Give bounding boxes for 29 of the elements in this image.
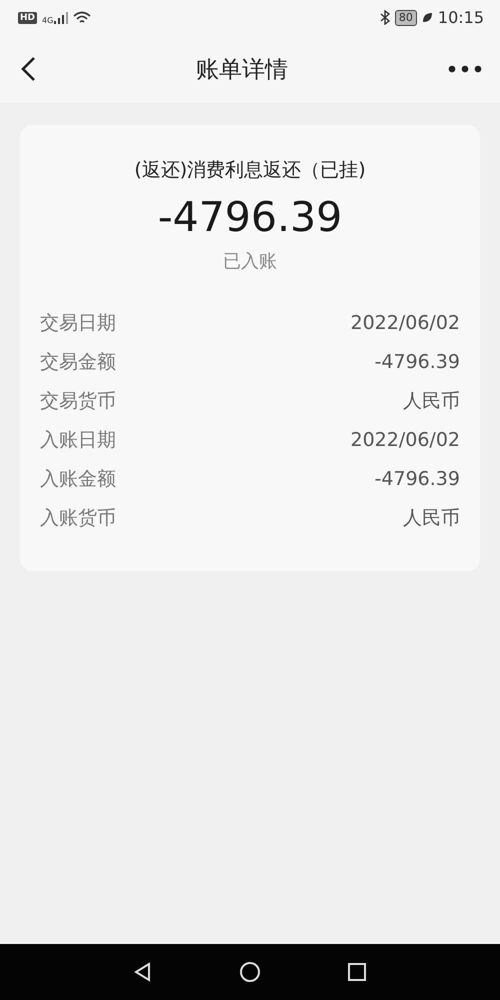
detail-value: 人民币 [403,388,460,414]
bluetooth-icon [380,10,390,25]
detail-label: 交易货币 [40,388,116,414]
detail-value: -4796.39 [374,350,460,372]
bill-status: 已入账 [223,250,277,273]
home-button[interactable] [239,961,261,983]
battery-icon: 80 [394,10,417,26]
bill-title: (返还)消费利息返还（已挂) [134,158,366,183]
detail-value: 人民币 [403,506,460,530]
wifi-icon [73,10,92,24]
hd-badge: HD [18,12,38,24]
signal-icon [54,12,68,24]
recents-button[interactable] [347,962,367,982]
status-time: 10:15 [438,8,484,27]
network-label: 4G [42,16,54,25]
bill-amount: -4796.39 [158,193,342,241]
back-button[interactable] [20,56,36,82]
back-nav-button[interactable] [133,962,153,982]
page-title: 账单详情 [196,56,288,84]
leaf-icon [422,12,433,23]
detail-value: 2022/06/02 [350,312,460,334]
detail-label: 入账日期 [40,428,116,452]
more-button[interactable] [448,65,482,73]
detail-label: 入账金额 [40,466,116,492]
detail-value: -4796.39 [374,468,460,490]
detail-label: 入账货币 [40,506,116,530]
detail-label: 交易金额 [40,350,116,374]
detail-value: 2022/06/02 [350,428,460,450]
detail-label: 交易日期 [40,310,116,336]
